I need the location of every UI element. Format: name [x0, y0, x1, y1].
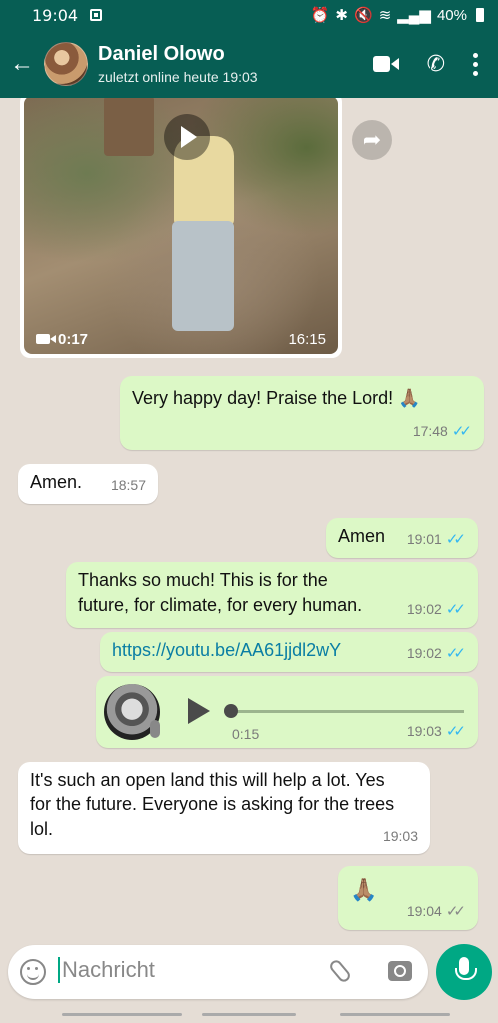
system-nav-bar	[0, 1006, 498, 1023]
thumbnail-figure	[172, 221, 234, 331]
message-bubble[interactable]: 🙏🏽 19:04 ✓✓	[338, 866, 478, 930]
battery-icon	[476, 8, 484, 22]
play-icon[interactable]	[164, 114, 210, 160]
attach-icon[interactable]	[327, 957, 353, 985]
header-actions: ✆	[372, 51, 488, 77]
message-text: It's such an open land this will help a …	[30, 770, 395, 839]
message-bubble[interactable]: Amen. 18:57	[18, 464, 158, 504]
voice-call-icon[interactable]: ✆	[427, 51, 445, 77]
message-meta: 18:57	[111, 476, 146, 496]
video-duration: 0:17	[58, 331, 89, 348]
voice-record-button[interactable]	[436, 944, 492, 1000]
read-receipt-icon: ✓✓	[451, 423, 472, 440]
contact-avatar[interactable]	[44, 42, 88, 86]
battery-percent: 40%	[436, 6, 467, 24]
message-bubble[interactable]: Thanks so much! This is for the future, …	[66, 562, 478, 628]
message-time: 19:01	[406, 530, 442, 547]
voice-progress-track[interactable]	[228, 710, 464, 713]
message-input[interactable]: Nachricht	[58, 957, 155, 983]
message-time: 17:48	[412, 422, 448, 439]
video-time: 16:15	[288, 331, 326, 348]
message-text: Very happy day! Praise the Lord! 🙏🏽	[132, 388, 421, 408]
play-icon[interactable]	[188, 698, 210, 724]
video-meta: 0:17 16:15	[36, 331, 326, 348]
message-input-bar: Nachricht	[8, 945, 428, 999]
nav-home[interactable]	[202, 1013, 296, 1016]
message-meta: 19:04 ✓✓	[407, 901, 466, 922]
emoji-icon[interactable]	[20, 959, 46, 985]
message-time: 18:57	[110, 477, 146, 494]
message-meta: 19:03 ✓✓	[407, 722, 466, 740]
message-bubble[interactable]: https://youtu.be/AA61jjdl2wY 19:02 ✓✓	[100, 632, 478, 672]
back-arrow-icon[interactable]: ←	[10, 50, 36, 78]
message-time: 19:02	[406, 644, 442, 661]
read-receipt-icon: ✓✓	[445, 601, 466, 618]
camera-icon[interactable]	[388, 961, 412, 981]
status-bar: 19:04 ⏰ ✱ 🔇 ≋ ▂▄▆ 40%	[0, 0, 498, 30]
message-time: 19:03	[406, 723, 442, 739]
wifi-icon: ≋	[378, 7, 392, 24]
video-thumbnail[interactable]: 0:17 16:15	[24, 98, 338, 354]
video-message[interactable]: 0:17 16:15	[20, 98, 342, 358]
message-meta: 19:02 ✓✓	[407, 599, 466, 620]
read-receipt-icon: ✓✓	[445, 645, 466, 662]
message-meta: 19:01 ✓✓	[407, 529, 466, 550]
message-text: Thanks so much! This is for the future, …	[78, 570, 363, 616]
video-duration-wrap: 0:17	[36, 331, 88, 348]
message-time: 19:04	[406, 902, 442, 919]
video-camera-icon	[36, 334, 56, 344]
forward-icon[interactable]: ➦	[352, 120, 392, 160]
chat-header: ← Daniel Olowo zuletzt online heute 19:0…	[0, 30, 498, 98]
screenshot-indicator-icon	[90, 9, 103, 21]
delivered-receipt-icon: ✓✓	[445, 903, 466, 920]
message-time: 19:02	[406, 600, 442, 617]
message-bubble[interactable]: Very happy day! Praise the Lord! 🙏🏽 17:4…	[120, 376, 484, 450]
voice-progress-handle[interactable]	[224, 704, 238, 718]
microphone-icon	[150, 720, 160, 738]
nav-back[interactable]	[340, 1013, 450, 1016]
read-receipt-icon: ✓✓	[445, 531, 466, 548]
signal-icon: ▂▄▆	[397, 7, 431, 24]
contact-name: Daniel Olowo	[98, 43, 225, 65]
message-meta: 19:03	[383, 827, 418, 846]
message-meta: 17:48 ✓✓	[413, 421, 472, 442]
message-meta: 19:02 ✓✓	[407, 643, 466, 664]
bluetooth-icon: ✱	[335, 7, 348, 24]
alarm-icon: ⏰	[310, 7, 330, 24]
last-seen: zuletzt online heute 19:03	[98, 69, 258, 85]
thumbnail-figure	[104, 98, 154, 156]
more-options-icon[interactable]	[473, 52, 478, 76]
voice-duration: 0:15	[232, 726, 260, 742]
status-right: ⏰ ✱ 🔇 ≋ ▂▄▆ 40%	[311, 6, 484, 24]
voice-message[interactable]: 0:15 19:03 ✓✓	[96, 676, 478, 748]
read-receipt-icon: ✓✓	[445, 723, 466, 740]
mute-icon: 🔇	[354, 7, 373, 24]
contact-info[interactable]: Daniel Olowo zuletzt online heute 19:03	[98, 43, 258, 85]
nav-recents[interactable]	[62, 1013, 182, 1016]
status-time: 19:04	[32, 5, 79, 25]
message-bubble[interactable]: Amen 19:01 ✓✓	[326, 518, 478, 558]
message-time: 19:03	[382, 828, 418, 845]
video-call-icon[interactable]	[372, 56, 399, 72]
message-list: 0:17 16:15 ➦ Very happy day! Praise the …	[0, 98, 498, 943]
message-bubble[interactable]: It's such an open land this will help a …	[18, 762, 430, 854]
